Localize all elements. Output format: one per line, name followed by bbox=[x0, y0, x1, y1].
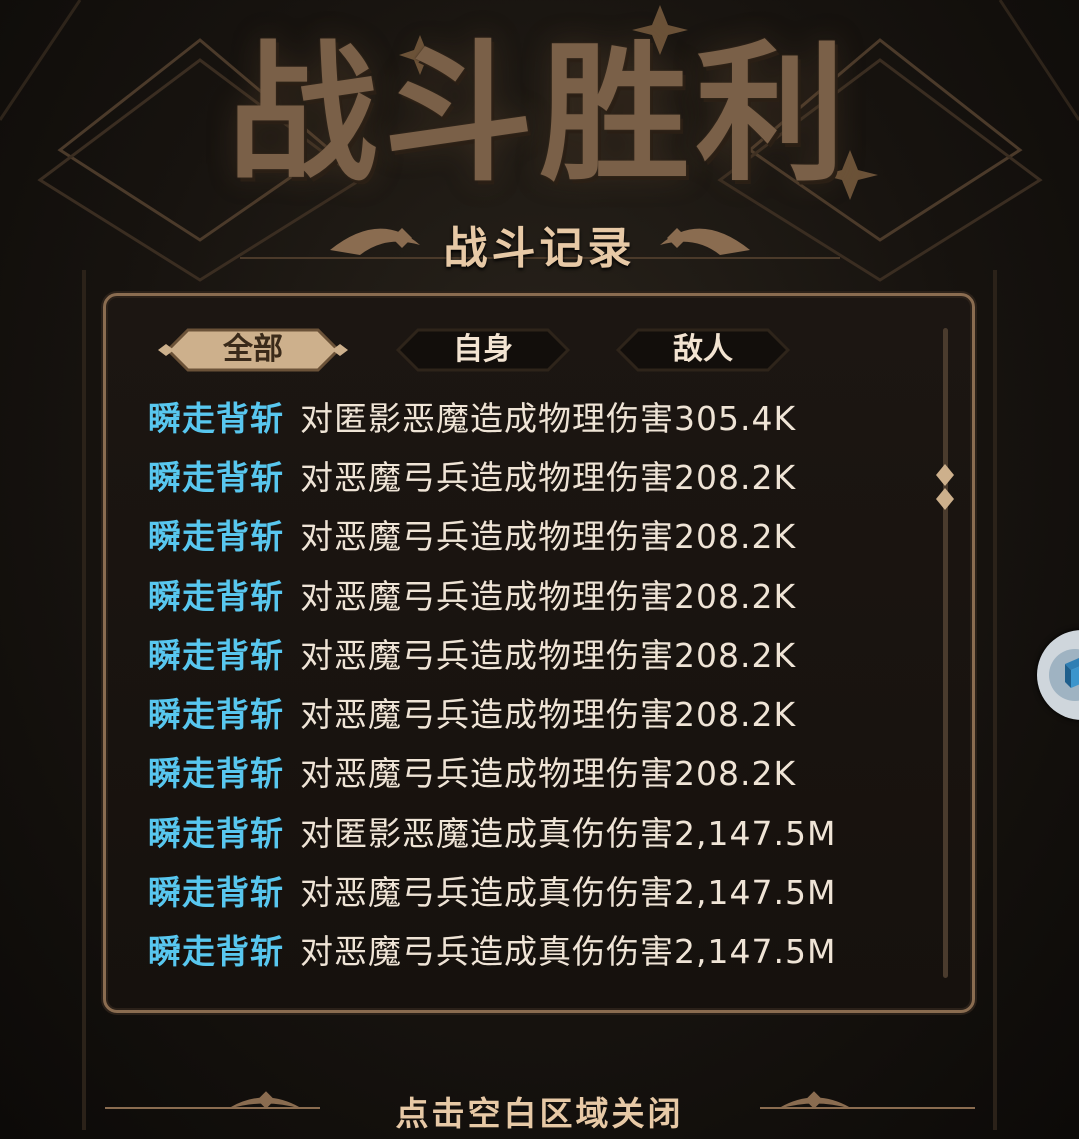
skill-name: 瞬走背斩 bbox=[148, 457, 284, 497]
log-entry: 瞬走背斩 对匿影恶魔造成真伤伤害2,147.5M bbox=[148, 801, 836, 860]
tab-enemy-label: 敌人 bbox=[673, 332, 733, 367]
skill-name: 瞬走背斩 bbox=[148, 517, 284, 557]
tab-enemy[interactable]: 敌人 bbox=[608, 326, 798, 374]
log-text: 对恶魔弓兵造成物理伤害208.2K bbox=[300, 754, 797, 794]
skill-name: 瞬走背斩 bbox=[148, 635, 284, 675]
cube-icon bbox=[1049, 649, 1079, 701]
log-text: 对恶魔弓兵造成物理伤害208.2K bbox=[300, 457, 797, 497]
log-text: 对恶魔弓兵造成物理伤害208.2K bbox=[300, 576, 797, 616]
tab-all-label: 全部 bbox=[223, 332, 283, 367]
side-float-button[interactable] bbox=[1037, 630, 1079, 720]
tab-all[interactable]: 全部 bbox=[158, 326, 348, 374]
log-entry: 瞬走背斩 对恶魔弓兵造成物理伤害208.2K bbox=[148, 742, 836, 801]
tab-self-label: 自身 bbox=[453, 332, 513, 367]
log-text: 对匿影恶魔造成真伤伤害2,147.5M bbox=[300, 813, 837, 853]
victory-title: 战斗胜利 bbox=[227, 28, 852, 202]
log-list[interactable]: 瞬走背斩 对匿影恶魔造成物理伤害305.4K 瞬走背斩 对恶魔弓兵造成物理伤害208… bbox=[148, 386, 836, 979]
skill-name: 瞬走背斩 bbox=[148, 873, 284, 913]
log-entry: 瞬走背斩 对恶魔弓兵造成物理伤害208.2K bbox=[148, 564, 836, 623]
log-entry: 瞬走背斩 对恶魔弓兵造成物理伤害208.2K bbox=[148, 623, 836, 682]
log-text: 对恶魔弓兵造成真伤伤害2,147.5M bbox=[300, 873, 837, 913]
diamond-scroll-icon[interactable] bbox=[936, 464, 954, 510]
log-entry: 瞬走背斩 对恶魔弓兵造成真伤伤害2,147.5M bbox=[148, 860, 836, 919]
scrollbar-track[interactable] bbox=[943, 328, 948, 978]
log-entry: 瞬走背斩 对匿影恶魔造成物理伤害305.4K bbox=[148, 386, 836, 445]
close-hint[interactable]: 点击空白区域关闭 bbox=[0, 1087, 1079, 1135]
skill-name: 瞬走背斩 bbox=[148, 754, 284, 794]
log-entry: 瞬走背斩 对恶魔弓兵造成物理伤害208.2K bbox=[148, 445, 836, 504]
tab-self[interactable]: 自身 bbox=[388, 326, 578, 374]
skill-name: 瞬走背斩 bbox=[148, 576, 284, 616]
skill-name: 瞬走背斩 bbox=[148, 932, 284, 972]
log-entry: 瞬走背斩 对恶魔弓兵造成物理伤害208.2K bbox=[148, 505, 836, 564]
log-entry: 瞬走背斩 对恶魔弓兵造成真伤伤害2,147.5M bbox=[148, 920, 836, 979]
skill-name: 瞬走背斩 bbox=[148, 813, 284, 853]
battle-record-subtitle: 战斗记录 bbox=[443, 223, 636, 274]
skill-name: 瞬走背斩 bbox=[148, 398, 284, 438]
battle-log-panel: 全部 自身 敌人 瞬走背斩 对匿影恶魔造成物理伤害305.4K 瞬走背斩 对恶魔弓兵… bbox=[103, 293, 975, 1013]
log-text: 对匿影恶魔造成物理伤害305.4K bbox=[300, 398, 797, 438]
log-text: 对恶魔弓兵造成物理伤害208.2K bbox=[300, 635, 797, 675]
log-entry: 瞬走背斩 对恶魔弓兵造成物理伤害208.2K bbox=[148, 682, 836, 741]
log-text: 对恶魔弓兵造成物理伤害208.2K bbox=[300, 695, 797, 735]
log-text: 对恶魔弓兵造成物理伤害208.2K bbox=[300, 517, 797, 557]
skill-name: 瞬走背斩 bbox=[148, 695, 284, 735]
log-text: 对恶魔弓兵造成真伤伤害2,147.5M bbox=[300, 932, 837, 972]
